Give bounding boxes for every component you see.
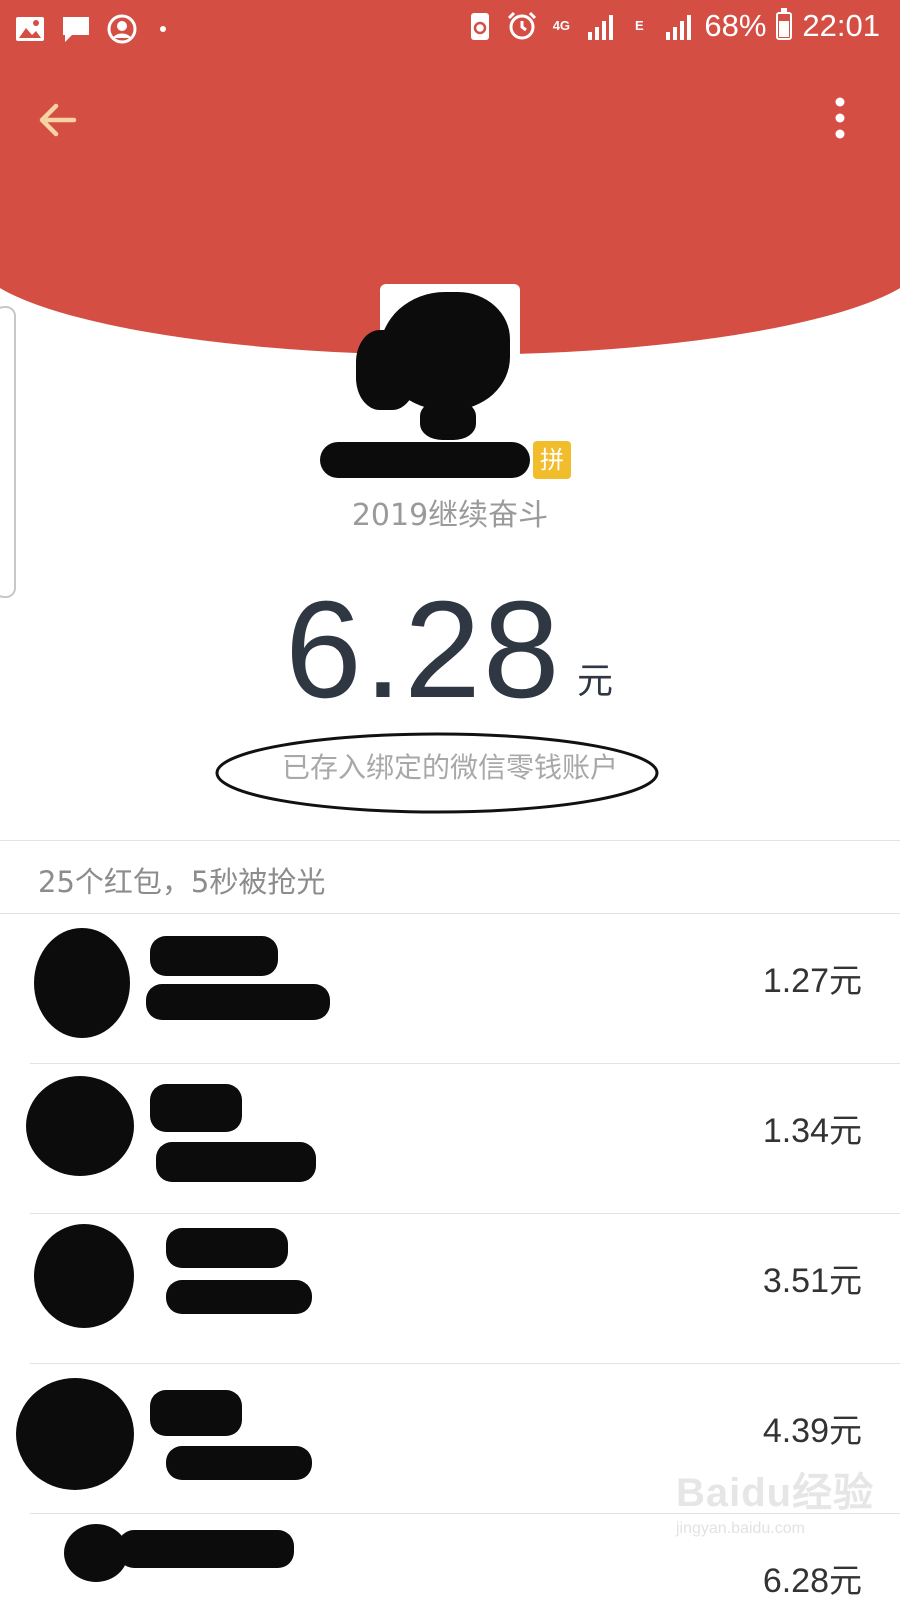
baidu-jingyan-watermark: Baidu经验 jingyan.baidu.com	[676, 1460, 896, 1570]
list-item[interactable]: 3.51元	[0, 1214, 900, 1364]
battery-percent: 68%	[704, 8, 767, 43]
notification-dot	[160, 26, 166, 32]
avatar-redaction-overflow	[356, 330, 416, 410]
account-icon	[107, 14, 137, 44]
watermark-logo: Baidu经验	[676, 1471, 875, 1515]
watermark-url: jingyan.baidu.com	[676, 1520, 805, 1537]
list-item[interactable]: 1.34元	[0, 1064, 900, 1214]
avatar	[16, 1378, 134, 1490]
battery-icon	[776, 8, 793, 40]
gallery-icon	[16, 17, 44, 41]
receiver-time-redacted	[166, 1446, 312, 1480]
pin-badge: 拼	[533, 441, 571, 479]
recycle-icon	[471, 13, 490, 40]
avatar	[34, 1224, 134, 1328]
receiver-amount: 1.34元	[762, 1111, 862, 1150]
receiver-name-redacted	[150, 1084, 242, 1132]
summary-bar: 25个红包，5秒被抢光	[0, 840, 900, 914]
signal-icon	[588, 15, 614, 40]
back-arrow-icon[interactable]	[34, 96, 82, 144]
summary-text: 25个红包，5秒被抢光	[38, 865, 326, 899]
network-type-4g: 4G	[552, 18, 571, 33]
status-bar: 4G E 68% 22:01	[0, 0, 900, 64]
avatar	[26, 1076, 134, 1176]
amount-value: 6.28	[285, 573, 562, 727]
red-packet-detail-screen: 4G E 68% 22:01 拼 2019继续奋斗 6.28 元 已存入绑定的微…	[0, 0, 900, 1600]
network-type-e: E	[635, 18, 644, 33]
alarm-icon	[508, 11, 537, 40]
message-icon	[63, 17, 89, 42]
amount-unit: 元	[577, 661, 614, 702]
receiver-time-redacted	[146, 984, 330, 1020]
packet-greeting: 2019继续奋斗	[351, 498, 549, 533]
signal-icon-2	[666, 15, 692, 40]
sender-name-row: 拼	[0, 438, 900, 482]
receiver-time-redacted	[166, 1280, 312, 1314]
receiver-name-redacted	[118, 1530, 294, 1568]
sender-name-redacted	[320, 442, 530, 478]
receiver-amount: 1.27元	[762, 961, 862, 1000]
avatar	[34, 928, 130, 1038]
deposit-note-link[interactable]: 已存入绑定的微信零钱账户	[0, 746, 900, 786]
list-item[interactable]: 1.27元	[0, 914, 900, 1064]
receiver-amount: 3.51元	[762, 1261, 862, 1300]
receiver-name-redacted	[150, 936, 278, 976]
receiver-amount: 4.39元	[762, 1411, 862, 1450]
clock: 22:01	[802, 8, 880, 43]
more-vertical-icon[interactable]	[822, 92, 858, 148]
received-amount: 6.28 元	[0, 580, 900, 720]
avatar-redaction-overflow-2	[420, 400, 476, 440]
receiver-time-redacted	[156, 1142, 316, 1182]
receiver-name-redacted	[150, 1390, 242, 1436]
receiver-name-redacted	[166, 1228, 288, 1268]
